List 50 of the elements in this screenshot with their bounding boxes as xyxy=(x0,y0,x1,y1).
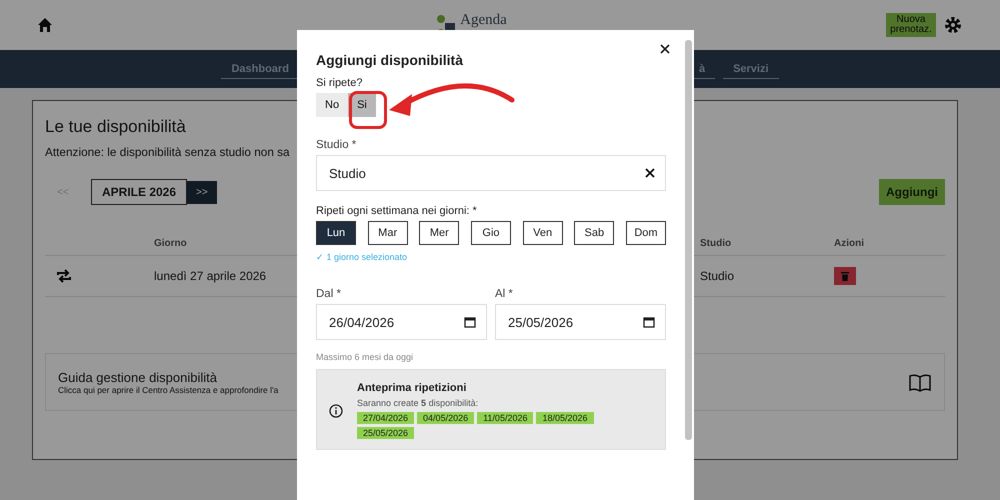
settings-icon[interactable] xyxy=(944,16,962,34)
calendar-icon[interactable] xyxy=(464,316,476,328)
selection-hint: ✓ 1 giorno selezionato xyxy=(316,252,408,262)
column-header: Studio xyxy=(700,238,732,248)
month-label: APRILE 2026 xyxy=(91,179,188,205)
weekday-toggle[interactable]: Mar xyxy=(368,221,408,245)
guide-text: Clicca qui per aprire il Centro Assistenza e approfondire l'a xyxy=(58,384,278,394)
table-cell-text: Studio xyxy=(700,269,736,283)
guide-title: Guida gestione disponibilità xyxy=(58,370,218,384)
weekday-toggle[interactable]: Dom xyxy=(626,221,666,245)
date-field[interactable]: 26/04/2026 xyxy=(316,304,487,340)
date-tag: 04/05/2026 xyxy=(417,412,474,424)
calendar-icon[interactable] xyxy=(643,316,655,328)
table-cell-text: lunedì 27 aprile 2026 xyxy=(154,269,268,283)
field-label: Studio * xyxy=(316,139,358,151)
next-month-button[interactable]: >> xyxy=(187,180,217,204)
scrollbar[interactable] xyxy=(685,40,692,440)
clear-icon[interactable] xyxy=(645,168,655,178)
date-tag: 27/04/2026 xyxy=(357,412,414,424)
preview-title: Anteprima ripetizioni xyxy=(357,382,468,394)
book-icon xyxy=(908,372,932,392)
field-label: Al * xyxy=(495,288,514,300)
weekday-toggle[interactable]: Mer xyxy=(419,221,460,245)
date-tag: 11/05/2026 xyxy=(477,412,534,424)
date-tag: 18/05/2026 xyxy=(536,412,594,424)
column-header: Giorno xyxy=(154,238,188,248)
field-label: Si ripete? xyxy=(316,77,364,89)
helper-text: Massimo 6 mesi da oggi xyxy=(316,352,414,362)
preview-summary: Saranno create 5 disponibilità: xyxy=(357,398,480,408)
studio-select[interactable]: Studio xyxy=(316,155,666,191)
weekday-toggle[interactable]: Sab xyxy=(574,221,614,245)
column-header: Azioni xyxy=(834,238,865,248)
date-tag: 25/05/2026 xyxy=(357,427,414,439)
info-icon xyxy=(329,404,343,418)
home-icon[interactable] xyxy=(36,16,54,34)
field-label: Ripeti ogni settimana nei giorni: * xyxy=(316,205,478,217)
page-title: Le tue disponibilità xyxy=(45,117,187,137)
new-booking-button[interactable]: Nuova prenotaz. xyxy=(886,13,936,37)
date-field[interactable]: 25/05/2026 xyxy=(495,304,666,340)
close-icon[interactable] xyxy=(660,44,670,54)
toggle-option[interactable]: No xyxy=(316,93,348,117)
dialog-title: Aggiungi disponibilità xyxy=(316,52,464,68)
weekday-toggle[interactable]: Ven xyxy=(522,221,563,245)
weekday-toggle[interactable]: Gio xyxy=(470,221,511,245)
logo-text: Agenda xyxy=(460,13,507,27)
weekday-toggle[interactable]: Lun xyxy=(316,221,356,245)
highlight-frame xyxy=(349,91,387,129)
field-label: Dal * xyxy=(316,288,342,300)
trash-icon xyxy=(841,271,849,281)
warning-text: Attenzione: le disponibilità senza studio non sa xyxy=(45,145,290,159)
